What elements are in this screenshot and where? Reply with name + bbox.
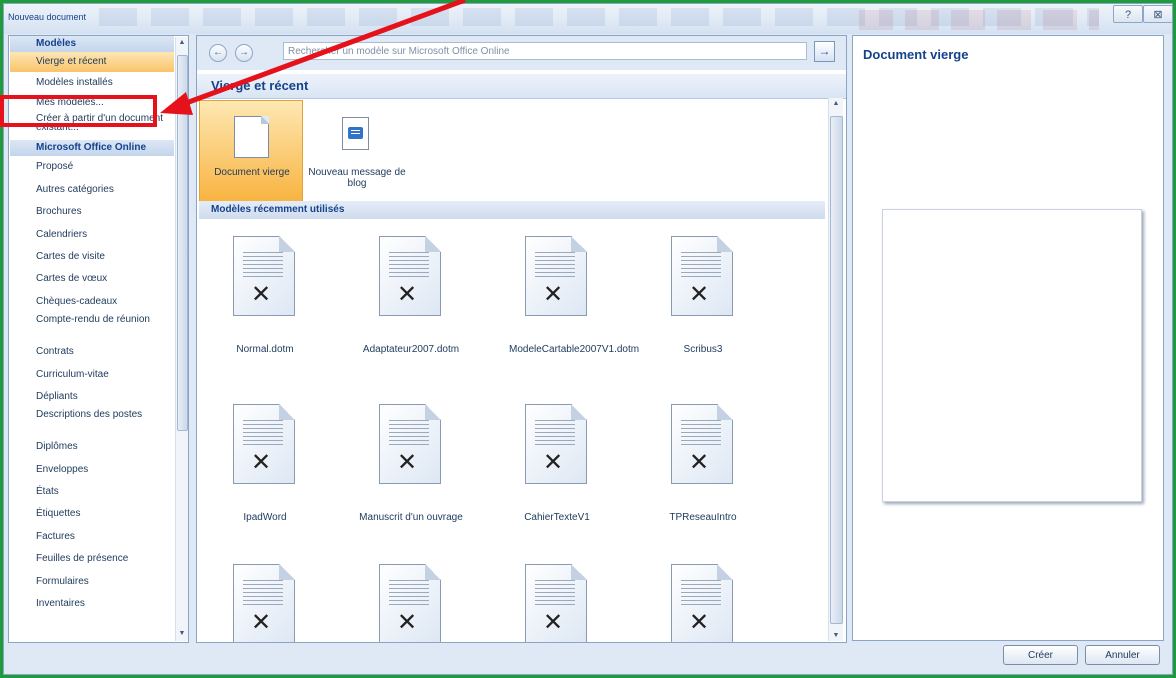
- annotation-arrow-icon: [160, 0, 466, 115]
